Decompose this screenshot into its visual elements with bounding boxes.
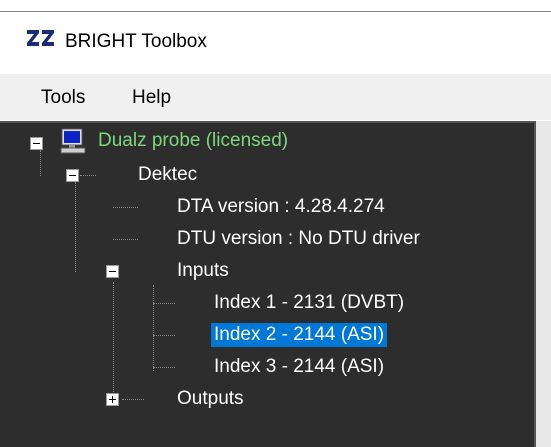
tree-connector	[153, 335, 175, 336]
zz-logo-icon	[27, 30, 54, 46]
scrollbar-track[interactable]	[536, 121, 551, 447]
tree-node-input-1[interactable]: Index 1 - 2131 (DVBT)	[214, 291, 404, 315]
menu-help[interactable]: Help	[132, 87, 171, 109]
tree-connector	[113, 207, 138, 208]
tree-connector	[113, 239, 138, 240]
tree-connector	[40, 150, 41, 176]
minus-icon	[69, 175, 76, 176]
tree-node-dektec[interactable]: Dektec	[138, 163, 197, 187]
tree-connector	[75, 182, 76, 272]
tree-connector	[153, 303, 175, 304]
tree-node-inputs[interactable]: Inputs	[177, 259, 229, 283]
tree-node-outputs[interactable]: Outputs	[177, 387, 244, 411]
collapse-inputs-toggle[interactable]	[106, 265, 119, 278]
tree-connector	[153, 285, 154, 371]
tree-view[interactable]	[0, 121, 536, 447]
tree-node-dta-version[interactable]: DTA version : 4.28.4.274	[177, 195, 385, 219]
collapse-dektec-toggle[interactable]	[66, 169, 79, 182]
minus-icon	[109, 271, 116, 272]
tree-connector	[153, 367, 175, 368]
tree-node-input-2-selected[interactable]: Index 2 - 2144 (ASI)	[211, 323, 388, 347]
plus-icon	[112, 396, 113, 403]
tree-connector	[80, 175, 96, 176]
tree-node-dtu-version[interactable]: DTU version : No DTU driver	[177, 227, 420, 251]
menu-tools[interactable]: Tools	[41, 87, 85, 109]
tree-node-root[interactable]: Dualz probe (licensed)	[98, 129, 288, 153]
computer-icon	[60, 128, 86, 154]
window-title: BRIGHT Toolbox	[65, 31, 207, 52]
collapse-root-toggle[interactable]	[30, 137, 43, 150]
tree-node-input-3[interactable]: Index 3 - 2144 (ASI)	[214, 355, 384, 379]
tree-connector	[113, 282, 114, 400]
expand-outputs-toggle[interactable]	[106, 393, 119, 406]
tree-connector	[122, 399, 144, 400]
minus-icon	[33, 143, 40, 144]
